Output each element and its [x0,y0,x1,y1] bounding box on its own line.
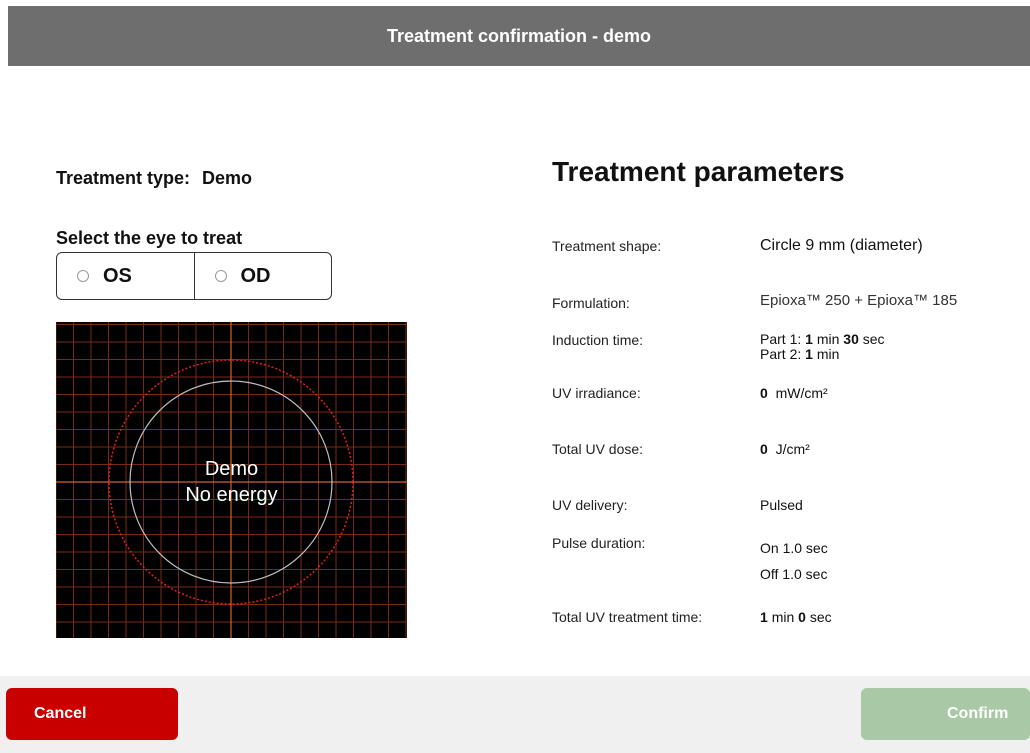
param-pulse-label: Pulse duration: [552,535,646,551]
window-title-bar: Treatment confirmation - demo [8,6,1030,66]
param-induction-value: Part 1: 1 min 30 sec Part 2: 1 min [760,331,885,362]
eye-option-os[interactable]: OS [57,253,194,299]
radio-os[interactable] [77,270,89,282]
eye-selector: OS OD [56,252,332,300]
confirm-button[interactable]: Confirm [861,688,1030,740]
parameters-heading: Treatment parameters [552,156,845,187]
cancel-button[interactable]: Cancel [6,688,178,740]
treatment-type: Treatment type: Demo [56,168,252,189]
preview-label: Demo No energy [56,456,407,508]
param-shape-label: Treatment shape: [552,238,662,254]
param-formulation-label: Formulation: [552,295,630,311]
param-dose-value: 0 J/cm² [760,441,810,457]
param-total-time-label: Total UV treatment time: [552,609,703,625]
preview-line-2: No energy [185,484,278,506]
window-title: Treatment confirmation - demo [386,25,652,46]
select-eye-label: Select the eye to treat [56,228,243,248]
param-dose-label: Total UV dose: [552,441,644,457]
param-delivery-label: UV delivery: [552,497,628,513]
param-irradiance-value: 0 mW/cm² [760,385,828,401]
eye-option-od-label: OD [240,264,271,287]
eye-option-os-label: OS [103,264,132,287]
param-delivery-value: Pulsed [760,497,803,513]
eye-option-od[interactable]: OD [193,253,332,299]
param-irradiance-label: UV irradiance: [552,385,641,401]
treatment-type-value: Demo [202,168,253,188]
treatment-preview: Demo No energy [56,322,407,638]
pulse-off: Off 1.0 sec [760,566,828,582]
pulse-on: On 1.0 sec [760,540,828,556]
param-total-time-value: 1 min 0 sec [760,609,832,625]
treatment-type-label: Treatment type: [56,168,191,188]
param-pulse-value: On 1.0 sec Off 1.0 sec [760,535,828,587]
preview-line-1: Demo [204,458,259,480]
radio-od[interactable] [214,270,227,282]
param-formulation-value: Epioxa™ 250 + Epioxa™ 185 [760,292,958,309]
param-induction-label: Induction time: [552,332,644,348]
param-shape-value: Circle 9 mm (diameter) [760,237,923,254]
